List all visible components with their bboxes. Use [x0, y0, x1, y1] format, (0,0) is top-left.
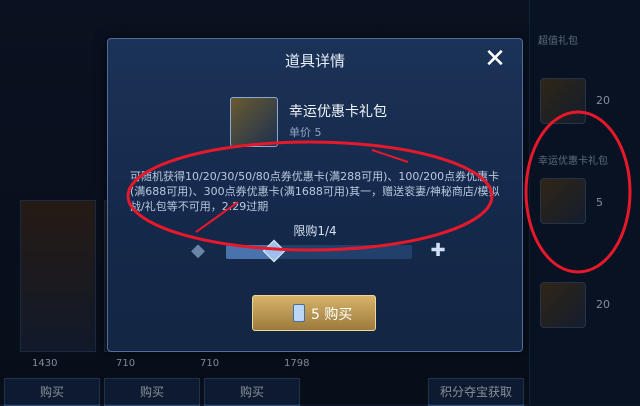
close-icon[interactable]: ✕ — [482, 46, 508, 72]
item-description: 可随机获得10/20/30/50/80点券优惠卡(满288可用)、100/200… — [130, 170, 500, 213]
modal-header: 道具详情 ✕ — [108, 39, 522, 79]
item-name: 幸运优惠卡礼包 — [289, 104, 387, 120]
item-detail-modal: 道具详情 ✕ 幸运优惠卡礼包 单价 5 可随机获得10/20/30/50/80点… — [107, 38, 523, 352]
coupon-icon — [293, 304, 305, 322]
unit-price: 单价 5 — [289, 126, 322, 139]
gift-box-icon — [230, 97, 278, 147]
buy-button[interactable]: 5 购买 — [252, 295, 376, 331]
purchase-limit: 限购1/4 — [293, 224, 337, 238]
decrease-icon[interactable]: ◆ — [190, 242, 206, 260]
increase-icon[interactable]: ✚ — [430, 242, 446, 260]
buy-button-label: 5 购买 — [311, 307, 353, 323]
quantity-slider[interactable] — [226, 239, 412, 263]
modal-title: 道具详情 — [284, 52, 345, 70]
